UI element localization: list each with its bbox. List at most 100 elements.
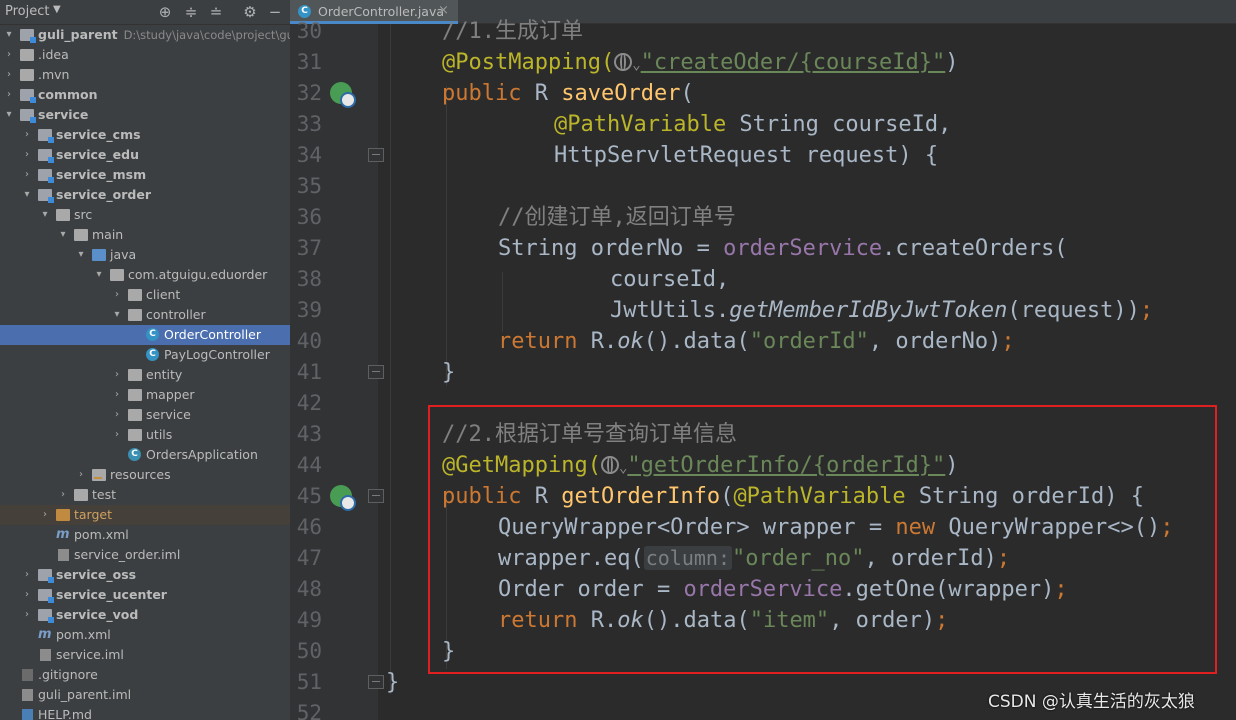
chevron-down-icon[interactable]: ▼ [53, 4, 61, 15]
code-keyword: return [498, 329, 578, 354]
tree-item-label: guli_parent.iml [38, 687, 132, 702]
chevron-right-icon[interactable]: › [112, 425, 122, 445]
fold-marker-icon[interactable] [368, 148, 384, 162]
chevron-right-icon[interactable]: › [112, 405, 122, 425]
tree-item-service-package[interactable]: › service [0, 405, 290, 425]
globe-icon[interactable] [614, 53, 633, 71]
tree-item-mapper[interactable]: › mapper [0, 385, 290, 405]
tree-item-client[interactable]: › client [0, 285, 290, 305]
tree-item-gitignore[interactable]: .gitignore [0, 665, 290, 685]
tree-item-service-iml[interactable]: service.iml [0, 645, 290, 665]
chevron-down-icon[interactable]: ▾ [94, 265, 104, 285]
chevron-down-icon[interactable]: ▾ [40, 205, 50, 225]
tree-item-target[interactable]: › target [0, 505, 290, 525]
code-static-method: getMemberIdByJwtToken [729, 298, 1008, 323]
tree-item-service[interactable]: ▾ service [0, 105, 290, 125]
chevron-down-icon[interactable]: ▾ [58, 225, 68, 245]
tree-item-service-ucenter[interactable]: › service_ucenter [0, 585, 290, 605]
module-folder-icon [38, 149, 54, 163]
tree-item-test[interactable]: › test [0, 485, 290, 505]
tree-item-pom-xml[interactable]: m pom.xml [0, 525, 290, 545]
chevron-down-icon[interactable]: ▾ [22, 185, 32, 205]
tree-item-help-md[interactable]: HELP.md [0, 705, 290, 720]
line-number: 46 [296, 515, 322, 539]
chevron-right-icon[interactable]: › [76, 465, 86, 485]
code-line-37: String orderNo = orderService.createOrde… [498, 233, 1068, 264]
hide-panel-icon[interactable]: − [266, 2, 284, 22]
chevron-right-icon[interactable]: › [22, 565, 32, 585]
run-endpoint-icon[interactable] [330, 82, 356, 108]
tree-item-service-oss[interactable]: › service_oss [0, 565, 290, 585]
chevron-right-icon[interactable]: › [4, 85, 14, 105]
chevron-right-icon[interactable]: › [112, 365, 122, 385]
code-token: HttpServletRequest request) { [554, 143, 939, 168]
tree-item-order-controller[interactable]: C OrderController [0, 325, 290, 345]
line-number: 51 [296, 670, 322, 694]
tree-item-label: common [38, 87, 98, 102]
fold-marker-icon[interactable] [368, 489, 384, 503]
tree-item-service-cms[interactable]: › service_cms [0, 125, 290, 145]
project-panel-header: Project ▼ ⊕ ≑ ≐ ⚙ − [0, 0, 290, 25]
locate-icon[interactable]: ⊕ [156, 2, 174, 22]
tree-item-entity[interactable]: › entity [0, 365, 290, 385]
chevron-down-icon[interactable]: ▾ [4, 105, 14, 125]
fold-marker-icon[interactable] [368, 675, 384, 689]
highlight-box [428, 405, 1217, 674]
code-line-38: courseId, [610, 264, 729, 295]
tree-item-service-pom-xml[interactable]: m pom.xml [0, 625, 290, 645]
tree-item-package-eduorder[interactable]: ▾ com.atguigu.eduorder [0, 265, 290, 285]
tree-item-label: com.atguigu.eduorder [128, 267, 268, 282]
chevron-right-icon[interactable]: › [22, 165, 32, 185]
tree-item-paylog-controller[interactable]: C PayLogController [0, 345, 290, 365]
tree-item-service-vod[interactable]: › service_vod [0, 605, 290, 625]
package-icon [128, 289, 142, 301]
chevron-down-icon[interactable]: ⌄ [632, 57, 640, 73]
tree-item-label: src [74, 207, 93, 222]
tree-item-java[interactable]: ▾ java [0, 245, 290, 265]
tree-item-label: service_vod [56, 607, 139, 622]
code-line-41: } [442, 357, 455, 388]
chevron-down-icon[interactable]: ▾ [76, 245, 86, 265]
tree-item-service-order-iml[interactable]: service_order.iml [0, 545, 290, 565]
folder-icon [56, 209, 70, 221]
chevron-right-icon[interactable]: › [4, 65, 14, 85]
tree-item-common[interactable]: › common [0, 85, 290, 105]
line-number: 34 [296, 143, 322, 167]
chevron-right-icon[interactable]: › [40, 505, 50, 525]
chevron-right-icon[interactable]: › [22, 605, 32, 625]
chevron-right-icon[interactable]: › [58, 485, 68, 505]
tree-item-guli-parent-iml[interactable]: guli_parent.iml [0, 685, 290, 705]
tree-item-label: pom.xml [74, 527, 129, 542]
chevron-right-icon[interactable]: › [112, 285, 122, 305]
chevron-right-icon[interactable]: › [112, 385, 122, 405]
tree-item-src[interactable]: ▾ src [0, 205, 290, 225]
chevron-down-icon[interactable]: ▾ [112, 305, 122, 325]
tree-item-idea[interactable]: › .idea [0, 45, 290, 65]
code-comment: //创建订单,返回订单号 [498, 205, 736, 230]
project-view-selector[interactable]: Project [5, 4, 49, 19]
tree-item-mvn[interactable]: › .mvn [0, 65, 290, 85]
tree-item-service-order[interactable]: ▾ service_order [0, 185, 290, 205]
chevron-right-icon[interactable]: › [4, 45, 14, 65]
fold-marker-icon[interactable] [368, 365, 384, 379]
tree-item-label: pom.xml [56, 627, 111, 642]
chevron-down-icon[interactable]: ▾ [4, 25, 14, 45]
tree-item-orders-application[interactable]: C OrdersApplication [0, 445, 290, 465]
tree-item-utils[interactable]: › utils [0, 425, 290, 445]
gear-icon[interactable]: ⚙ [241, 2, 259, 22]
code-comment: //1.生成订单 [442, 19, 583, 44]
line-number: 38 [296, 267, 322, 291]
tree-item-service-edu[interactable]: › service_edu [0, 145, 290, 165]
collapse-all-icon[interactable]: ≐ [207, 2, 225, 22]
chevron-right-icon[interactable]: › [22, 585, 32, 605]
expand-all-icon[interactable]: ≑ [182, 2, 200, 22]
tree-item-resources[interactable]: › resources [0, 465, 290, 485]
run-endpoint-icon[interactable] [330, 485, 356, 511]
tree-item-service-msm[interactable]: › service_msm [0, 165, 290, 185]
chevron-right-icon[interactable]: › [22, 145, 32, 165]
chevron-right-icon[interactable]: › [22, 125, 32, 145]
tree-item-main[interactable]: ▾ main [0, 225, 290, 245]
tree-item-controller[interactable]: ▾ controller [0, 305, 290, 325]
line-number: 49 [296, 608, 322, 632]
tree-item-guli-parent[interactable]: ▾ guli_parent D:\study\java\code\project\… [0, 25, 290, 45]
